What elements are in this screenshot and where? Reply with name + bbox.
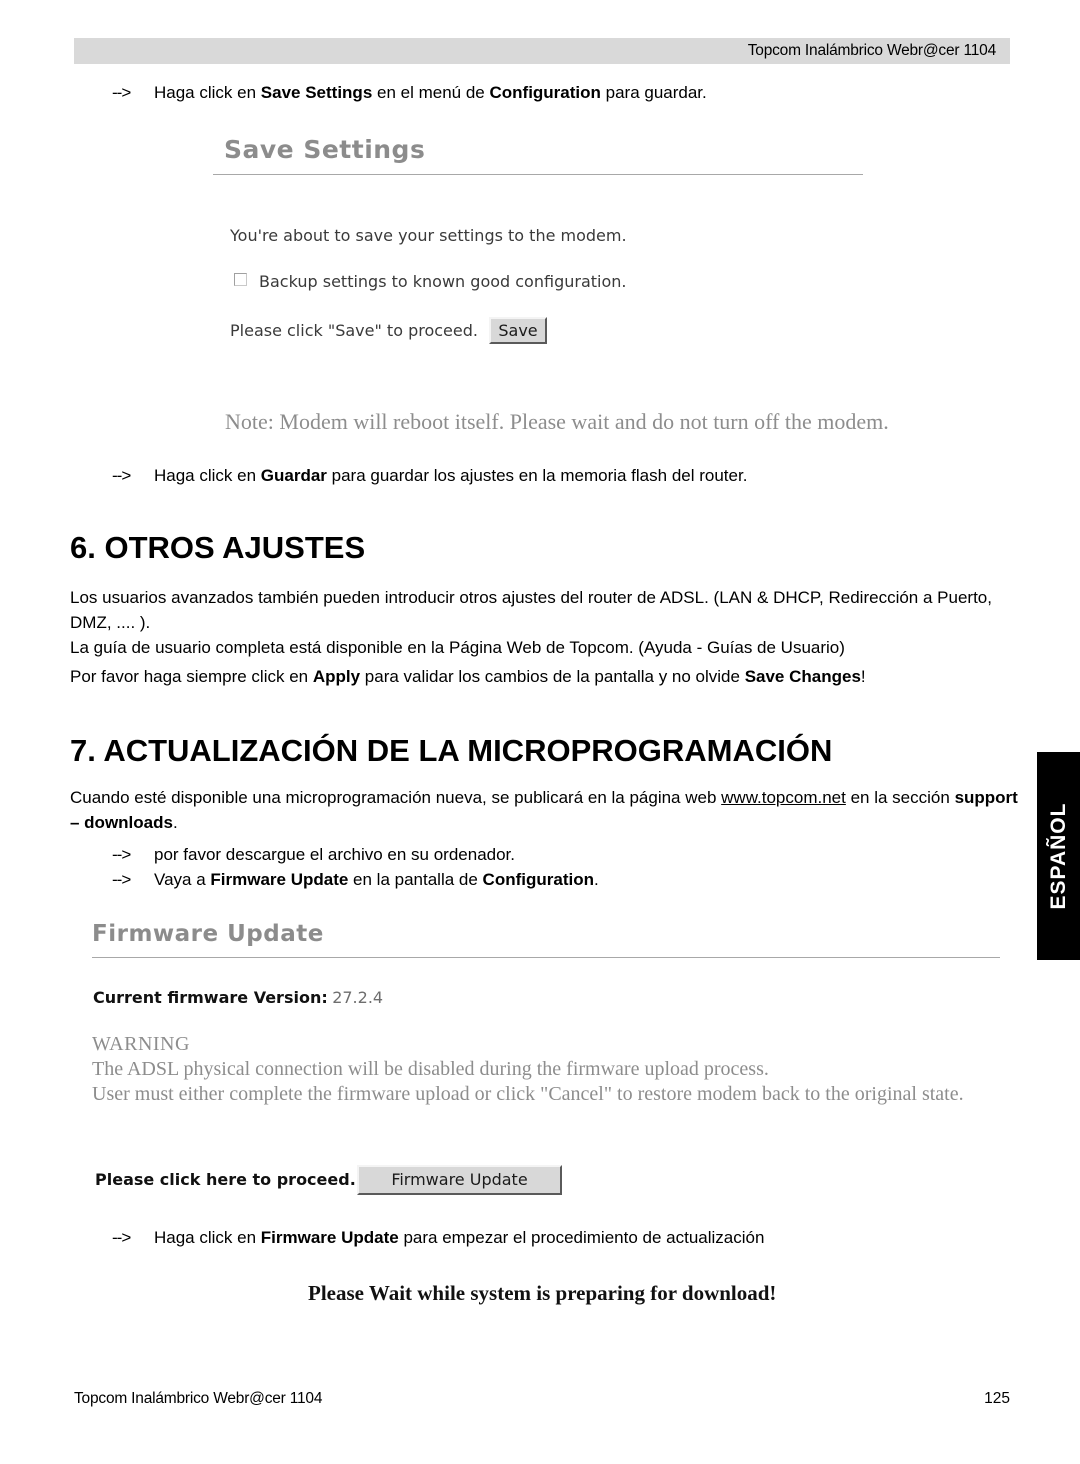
topcom-website-link[interactable]: www.topcom.net	[721, 788, 846, 807]
footer-document-title: Topcom Inalámbrico Webr@cer 1104	[74, 1390, 323, 1407]
espanol-side-tab: ESPAÑOL	[1037, 752, 1080, 960]
backup-settings-checkbox[interactable]	[234, 273, 247, 286]
current-firmware-version-row: Current firmware Version: 27.2.4	[93, 988, 383, 1008]
goto-prefix: Vaya a	[154, 870, 211, 889]
download-file-text: por favor descargue el archivo en su ord…	[154, 845, 516, 864]
footer-page-number: 125	[984, 1390, 1010, 1407]
firmware-click-suffix: para empezar el procedimiento de actuali…	[398, 1228, 765, 1247]
goto-bold-configuration: Configuration	[482, 870, 594, 889]
instruction-text-mid: en el menú de	[372, 83, 490, 102]
save-settings-panel-divider	[213, 174, 863, 175]
header-title: Topcom Inalámbrico Webr@cer 1104	[747, 42, 996, 59]
arrow-marker: -->	[112, 466, 131, 485]
section6-para2-mid: para validar los cambios de la pantalla …	[360, 667, 745, 686]
section6-bold-apply: Apply	[312, 667, 361, 686]
backup-settings-label: Backup settings to known good configurat…	[259, 272, 627, 291]
goto-bold-firmware-update: Firmware Update	[210, 870, 349, 889]
current-firmware-version-label: Current firmware Version:	[93, 988, 328, 1007]
section6-para2-suffix: !	[860, 667, 866, 686]
section6-para2-prefix: Por favor haga siempre click en	[70, 667, 313, 686]
save-settings-panel-title: Save Settings	[224, 135, 426, 164]
section6-para1-line1: Los usuarios avanzados también pueden in…	[70, 588, 933, 607]
instruction-firmware-update-click: --> Haga click en Firmware Update para em…	[112, 1228, 764, 1248]
section7-para-prefix: Cuando esté disponible una microprograma…	[70, 788, 722, 807]
reboot-note: Note: Modem will reboot itself. Please w…	[225, 409, 889, 434]
please-wait-message: Please Wait while system is preparing fo…	[308, 1281, 777, 1305]
firmware-update-panel-title: Firmware Update	[92, 921, 324, 947]
section6-para1-line3: La guía de usuario completa está disponi…	[70, 638, 845, 657]
current-firmware-version-value: 27.2.4	[332, 988, 384, 1007]
instruction-bold-save-settings: Save Settings	[260, 83, 373, 102]
section-6-paragraph-1: Los usuarios avanzados también pueden in…	[70, 585, 1020, 660]
section7-para-mid: en la sección	[845, 788, 950, 807]
instruction-text-prefix: Haga click en	[154, 83, 261, 102]
document-page: Topcom Inalámbrico Webr@cer 1104 --> Haga…	[0, 0, 1080, 1464]
instruction-guardar: --> Haga click en Guardar para guardar lo…	[112, 466, 747, 486]
arrow-marker: -->	[112, 83, 131, 102]
warning-line-2: User must either complete the firmware u…	[92, 1083, 964, 1105]
section-7-paragraph: Cuando esté disponible una microprograma…	[70, 785, 1030, 835]
warning-title: WARNING	[92, 1033, 190, 1055]
save-button[interactable]: Save	[489, 317, 547, 344]
arrow-marker: -->	[112, 845, 131, 864]
instruction-text-suffix: para guardar.	[600, 83, 707, 102]
guardar-bold: Guardar	[260, 466, 327, 485]
instruction-goto-firmware-update: --> Vaya a Firmware Update en la pantalla…	[112, 870, 599, 890]
side-tab-label: ESPAÑOL	[1046, 802, 1070, 910]
section-6-paragraph-2: Por favor haga siempre click en Apply pa…	[70, 664, 1030, 689]
firmware-update-button[interactable]: Firmware Update	[357, 1165, 562, 1195]
guardar-suffix: para guardar los ajustes en la memoria f…	[326, 466, 748, 485]
arrow-marker: -->	[112, 1228, 131, 1247]
section-7-heading: 7. ACTUALIZACIÓN DE LA MICROPROGRAMACIÓN	[70, 733, 833, 768]
section7-para-suffix: .	[172, 813, 178, 832]
firmware-update-panel-divider	[92, 957, 1000, 958]
goto-suffix: .	[593, 870, 599, 889]
section-6-heading: 6. OTROS AJUSTES	[70, 530, 366, 565]
arrow-marker: -->	[112, 870, 131, 889]
proceed-label: Please click here to proceed.	[95, 1170, 356, 1189]
firmware-click-bold: Firmware Update	[260, 1228, 399, 1247]
please-click-save-label: Please click "Save" to proceed.	[230, 321, 478, 340]
warning-line-1: The ADSL physical connection will be dis…	[92, 1058, 769, 1080]
save-settings-description: You're about to save your settings to th…	[230, 226, 627, 245]
firmware-click-prefix: Haga click en	[154, 1228, 261, 1247]
section6-bold-save-changes: Save Changes	[744, 667, 861, 686]
instruction-save-settings: --> Haga click en Save Settings en el men…	[112, 83, 707, 103]
page-header-bar: Topcom Inalámbrico Webr@cer 1104	[74, 38, 1010, 64]
instruction-bold-configuration: Configuration	[489, 83, 601, 102]
goto-mid: en la pantalla de	[348, 870, 483, 889]
guardar-prefix: Haga click en	[154, 466, 261, 485]
instruction-download-file: --> por favor descargue el archivo en su …	[112, 845, 515, 865]
